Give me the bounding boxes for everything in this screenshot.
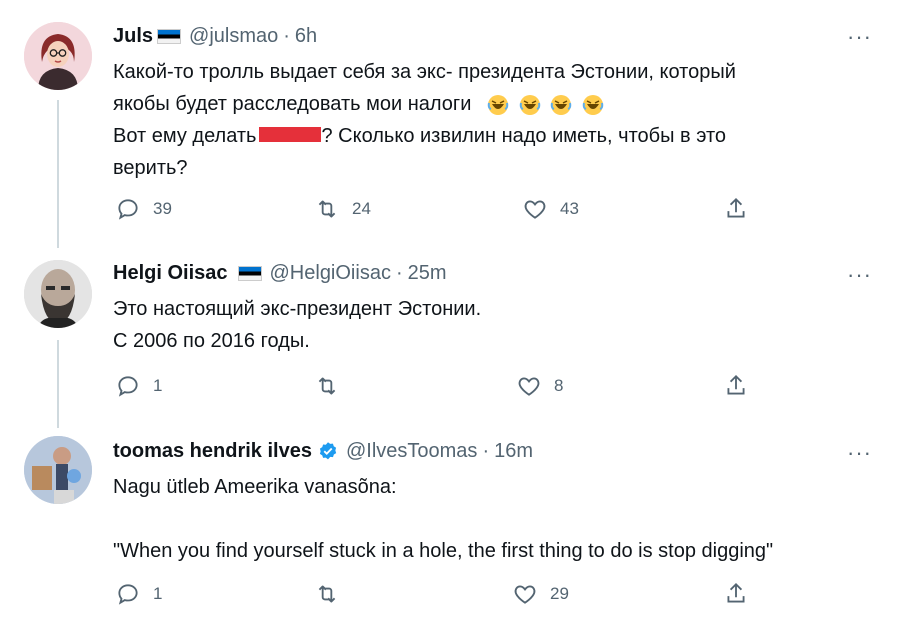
text-line: "When you find yourself stuck in a hole,… xyxy=(113,540,774,562)
share-button[interactable] xyxy=(723,581,749,607)
retweet-button[interactable] xyxy=(314,373,352,399)
share-button[interactable] xyxy=(723,196,749,222)
retweet-button[interactable] xyxy=(314,581,352,607)
separator: · xyxy=(283,24,290,47)
retweet-icon xyxy=(318,585,336,603)
text-line: Какой-то тролль выдает себя за экс- през… xyxy=(113,61,736,83)
like-button[interactable]: 29 xyxy=(512,581,569,607)
reply-count: 1 xyxy=(153,376,163,395)
text-line: С 2006 по 2016 годы. xyxy=(113,330,310,352)
timestamp[interactable]: 16m xyxy=(494,440,533,463)
like-icon xyxy=(518,377,540,396)
estonian-flag-icon xyxy=(157,28,182,44)
like-icon xyxy=(524,200,546,219)
like-count: 43 xyxy=(560,199,579,218)
separator: · xyxy=(482,439,490,462)
avatar-juls[interactable] xyxy=(24,22,92,90)
redaction-block xyxy=(259,127,322,143)
estonian-flag-icon xyxy=(237,265,262,281)
laughing-emoji-icon xyxy=(519,94,540,115)
text-line: Nagu ütleb Ameerika vanasõna: xyxy=(113,476,397,498)
separator: · xyxy=(395,261,403,284)
more-icon[interactable]: ··· xyxy=(847,24,872,50)
reply-icon xyxy=(118,199,138,220)
share-icon xyxy=(727,582,745,603)
reply-count: 1 xyxy=(153,584,163,603)
share-icon xyxy=(727,197,745,218)
text-line-with-redaction: Вот ему делать? Сколько извилин надо име… xyxy=(113,125,727,147)
more-icon[interactable]: ··· xyxy=(847,440,872,466)
tweet-header: Helgi Oiisac @HelgiOiisac · 25m xyxy=(113,260,447,286)
reply-button[interactable]: 1 xyxy=(115,581,162,607)
text-line-with-emoji: якобы будет расследовать мои налоги xyxy=(113,88,736,120)
tweet-header: Juls @julsmao · 6h xyxy=(113,23,317,49)
avatar-juls-illustration xyxy=(24,22,92,90)
handle[interactable]: @IlvesToomas xyxy=(346,440,477,463)
avatar-helgi[interactable] xyxy=(24,260,92,328)
tweet-ilves[interactable]: toomas hendrik ilves @IlvesToomas · 16m … xyxy=(0,428,900,626)
laughing-emoji-icon xyxy=(550,94,572,115)
display-name[interactable]: Juls xyxy=(113,25,153,48)
tweet-header: toomas hendrik ilves @IlvesToomas · 16m xyxy=(113,438,533,464)
reply-button[interactable]: 1 xyxy=(115,373,162,399)
timestamp[interactable]: 6h xyxy=(295,25,317,48)
display-name[interactable]: Helgi Oiisac xyxy=(113,262,228,285)
retweet-icon xyxy=(318,377,336,395)
tweet-helgi[interactable]: Helgi Oiisac @HelgiOiisac · 25m ··· Это … xyxy=(0,250,900,425)
reply-button[interactable]: 39 xyxy=(115,196,172,222)
reply-icon xyxy=(118,584,138,605)
reply-count: 39 xyxy=(153,199,172,218)
handle[interactable]: @julsmao xyxy=(189,25,278,48)
text-line: Это настоящий экс-президент Эстонии. xyxy=(113,298,482,320)
share-button[interactable] xyxy=(723,373,749,399)
text-line: верить? xyxy=(113,157,188,179)
laughing-emoji-icon xyxy=(487,94,509,115)
share-icon xyxy=(727,374,745,395)
like-button[interactable]: 43 xyxy=(522,196,579,222)
retweet-button[interactable]: 24 xyxy=(314,196,371,222)
tweet-juls[interactable]: Juls @julsmao · 6h ··· Какой-то тролль в… xyxy=(0,0,900,245)
avatar-ilves-photo xyxy=(24,436,92,504)
timestamp[interactable]: 25m xyxy=(408,262,447,285)
avatar-helgi-photo xyxy=(24,260,92,328)
retweet-count: 24 xyxy=(352,199,371,218)
tweet-text: Какой-то тролль выдает себя за экс- през… xyxy=(113,56,736,184)
handle[interactable]: @HelgiOiisac xyxy=(270,262,391,285)
reply-icon xyxy=(118,376,138,397)
like-count: 29 xyxy=(550,584,569,603)
display-name[interactable]: toomas hendrik ilves xyxy=(113,440,312,463)
text-line: якобы будет расследовать мои налоги xyxy=(113,93,472,115)
tweet-text: Это настоящий экс-президент Эстонии. С 2… xyxy=(113,293,481,357)
more-icon[interactable]: ··· xyxy=(847,262,872,288)
verified-badge-icon xyxy=(319,442,337,460)
like-button[interactable]: 8 xyxy=(516,373,563,399)
retweet-icon xyxy=(318,200,336,218)
like-count: 8 xyxy=(554,376,564,395)
tweet-text: Nagu ütleb Ameerika vanasõna: "When you … xyxy=(113,471,773,567)
avatar-ilves[interactable] xyxy=(24,436,92,504)
laughing-emoji-icon xyxy=(582,94,603,115)
like-icon xyxy=(514,585,536,604)
